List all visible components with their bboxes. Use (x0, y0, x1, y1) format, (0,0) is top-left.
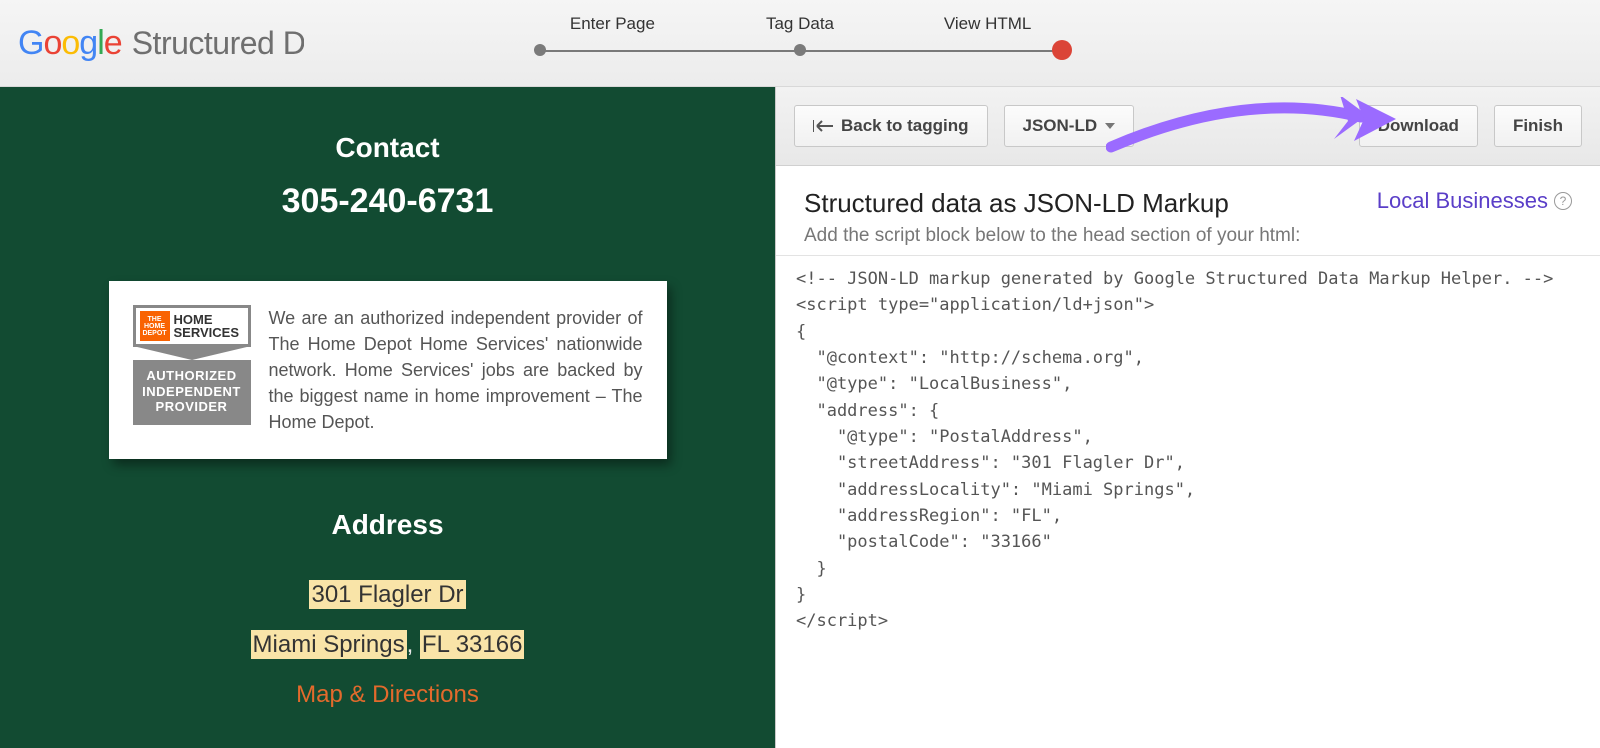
progress-stepper: Enter Page Tag Data View HTML (520, 14, 1080, 58)
back-to-tagging-button[interactable]: Back to tagging (794, 105, 988, 147)
step-enter-page[interactable]: Enter Page (520, 14, 705, 34)
app-header: Google Structured Data Markup Helper Ent… (0, 0, 1600, 87)
contact-heading: Contact (0, 132, 775, 164)
finish-button[interactable]: Finish (1494, 105, 1582, 147)
home-depot-logo-icon: THEHOMEDEPOT (140, 311, 170, 341)
download-button[interactable]: Download (1359, 105, 1478, 147)
page-preview-pane: Contact 305-240-6731 THEHOMEDEPOT HOME S… (0, 87, 775, 748)
step-dot-1 (534, 44, 546, 56)
tagged-city[interactable]: Miami Springs (251, 630, 407, 659)
tool-title: Structured Data Markup Helper (132, 25, 304, 62)
address-street-line: 301 Flagler Dr (0, 581, 775, 609)
map-directions-link[interactable]: Map & Directions (0, 681, 775, 709)
tagged-street[interactable]: 301 Flagler Dr (309, 580, 465, 609)
generated-code[interactable]: <!-- JSON-LD markup generated by Google … (776, 255, 1600, 645)
badge-line-1: AUTHORIZED (137, 368, 247, 384)
phone-number: 305-240-6731 (0, 182, 775, 221)
format-dropdown[interactable]: JSON-LD (1004, 105, 1135, 147)
address-heading: Address (0, 509, 775, 541)
badge-line-3: PROVIDER (137, 399, 247, 415)
address-city-line: Miami Springs, FL 33166 (0, 631, 775, 659)
output-header: Structured data as JSON-LD Markup Add th… (776, 166, 1600, 255)
step-tag-data[interactable]: Tag Data (708, 14, 893, 34)
tagged-state-zip[interactable]: FL 33166 (420, 630, 525, 659)
output-pane: Back to tagging JSON-LD Download Finish … (775, 87, 1600, 748)
provider-card: THEHOMEDEPOT HOME SERVICES AUTHORIZED IN… (109, 281, 667, 459)
annotation-arrow-icon (1106, 97, 1396, 157)
output-title: Structured data as JSON-LD Markup (804, 188, 1300, 219)
output-subtitle: Add the script block below to the head s… (804, 225, 1300, 247)
provider-badge: THEHOMEDEPOT HOME SERVICES AUTHORIZED IN… (133, 305, 251, 435)
chevron-down-icon (1105, 123, 1115, 129)
arrow-left-icon (813, 119, 833, 133)
badge-brand-2: SERVICES (174, 326, 240, 339)
logo-block: Google Structured Data Markup Helper (18, 24, 304, 63)
step-view-html[interactable]: View HTML (895, 14, 1080, 34)
step-dot-2 (794, 44, 806, 56)
help-icon[interactable]: ? (1554, 192, 1572, 210)
output-toolbar: Back to tagging JSON-LD Download Finish (776, 87, 1600, 166)
google-logo: Google (18, 24, 122, 63)
schema-type-link[interactable]: Local Businesses ? (1377, 188, 1572, 214)
badge-line-2: INDEPENDENT (137, 384, 247, 400)
provider-description: We are an authorized independent provide… (269, 305, 643, 435)
step-dot-3-active (1052, 40, 1072, 60)
